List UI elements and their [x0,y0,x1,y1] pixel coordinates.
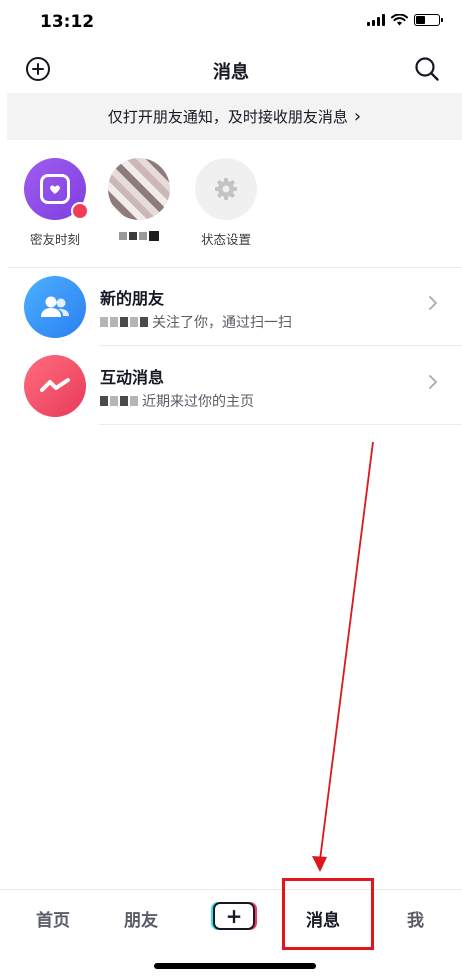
notification-banner[interactable]: 仅打开朋友通知，及时接收朋友消息 › [7,93,462,140]
chevron-right-icon: › [353,106,362,127]
chevron-right-icon [429,296,437,310]
list-item-interactions[interactable]: 互动消息 近期来过你的主页 [0,347,462,425]
stories-row: 密友时刻 状态设置 [0,158,462,253]
status-settings-circle [195,158,257,220]
home-indicator [154,963,316,969]
status-time: 13:12 [40,12,95,32]
subtitle-text: 关注了你，通过扫一扫 [152,315,292,331]
status-icons [367,14,443,26]
tab-friends[interactable]: 朋友 [124,906,158,931]
list-item-subtitle: 关注了你，通过扫一扫 [100,312,292,332]
story-close-friends[interactable]: 密友时刻 [15,158,95,248]
annotation-highlight-box [282,878,374,950]
search-button[interactable] [412,54,442,84]
plus-icon: + [225,904,243,928]
story-friend[interactable] [99,158,179,244]
banner-text: 仅打开朋友通知，及时接收朋友消息 [107,108,348,126]
pixelated-name [100,317,148,327]
tab-bar: 首页 朋友 + 消息 我 [0,889,462,945]
list-item-title: 互动消息 [100,368,165,387]
story-status-settings[interactable]: 状态设置 [186,158,266,248]
gear-icon [215,178,237,200]
story-label: 密友时刻 [29,232,80,247]
pixelated-name [100,396,138,406]
interaction-wave-icon [24,355,86,417]
friends-icon [24,276,86,338]
chevron-right-icon [429,375,437,389]
header: 消息 [0,48,462,90]
battery-icon [414,14,443,26]
status-bar: 13:12 [0,0,462,44]
search-icon [415,57,439,81]
avatar [108,158,170,220]
wifi-icon [391,14,408,26]
divider [99,345,462,346]
subtitle-text: 近期来过你的主页 [142,394,254,410]
close-friends-moment-icon [24,158,89,220]
list-item-new-friends[interactable]: 新的朋友 关注了你，通过扫一扫 [0,268,462,346]
tab-home[interactable]: 首页 [36,906,70,931]
page-title: 消息 [213,62,249,83]
list-item-subtitle: 近期来过你的主页 [100,391,254,411]
story-label: 状态设置 [200,232,251,247]
pixelated-name [119,229,159,243]
divider [99,424,462,425]
cellular-signal-icon [367,14,385,26]
annotation-arrow [312,441,374,872]
tab-me[interactable]: 我 [407,906,424,931]
notification-dot [71,202,89,220]
create-button[interactable]: + [213,902,255,930]
list-item-title: 新的朋友 [100,289,165,308]
